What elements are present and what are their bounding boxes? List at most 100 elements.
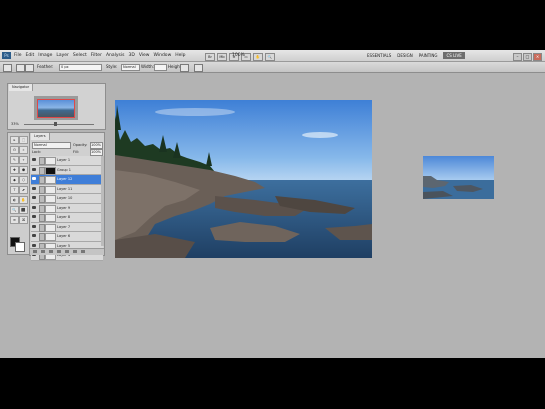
- adjustment-icon[interactable]: [57, 250, 61, 253]
- layer-thumbnail: [45, 214, 56, 222]
- tool-1-icon[interactable]: ⬚: [19, 136, 28, 144]
- appbar-tool-1-icon[interactable]: Mb: [217, 53, 227, 61]
- menu-item-select[interactable]: Select: [73, 53, 87, 58]
- tool-3-icon[interactable]: ⌗: [19, 146, 28, 154]
- visibility-eye-icon[interactable]: [32, 243, 36, 247]
- style-select[interactable]: Normal: [121, 64, 140, 71]
- tool-4-icon[interactable]: ✎: [10, 156, 19, 164]
- tool-17-icon[interactable]: ⌘: [19, 216, 28, 224]
- fx-icon[interactable]: [41, 250, 45, 253]
- layer-thumbnail: [45, 233, 56, 241]
- tool-8-icon[interactable]: ◆: [10, 176, 19, 184]
- visibility-eye-icon[interactable]: [32, 205, 36, 209]
- maximize-button[interactable]: □: [523, 53, 532, 61]
- menu-item-layer[interactable]: Layer: [56, 53, 69, 58]
- tool-12-icon[interactable]: ◐: [10, 196, 19, 204]
- tool-2-icon[interactable]: ʘ: [10, 146, 19, 154]
- document-canvas[interactable]: [115, 100, 372, 258]
- menu-item-help[interactable]: Help: [175, 53, 185, 58]
- workspace-cs-live[interactable]: CS LIVE: [443, 52, 465, 59]
- menu-item-3d[interactable]: 3D: [128, 53, 134, 58]
- opacity-field[interactable]: 100%: [90, 142, 103, 149]
- settings-icon[interactable]: [194, 64, 203, 72]
- tool-5-icon[interactable]: ⌖: [19, 156, 28, 164]
- layer-row[interactable]: Layer 8: [31, 213, 103, 223]
- layer-name: Layer 6: [57, 234, 71, 238]
- tab-layers[interactable]: Layers: [31, 133, 50, 140]
- refine-edge-button[interactable]: [180, 64, 189, 72]
- mask-icon[interactable]: [49, 250, 53, 253]
- visibility-eye-icon[interactable]: [32, 215, 36, 218]
- visibility-eye-icon[interactable]: [32, 196, 36, 199]
- navigator-thumbnail[interactable]: [34, 96, 78, 120]
- tab-navigator[interactable]: Navigator: [9, 84, 34, 91]
- trash-icon[interactable]: [81, 250, 85, 253]
- tool-9-icon[interactable]: ⬡: [19, 176, 28, 184]
- visibility-eye-icon[interactable]: [32, 167, 36, 171]
- workspace-painting[interactable]: PAINTING: [419, 53, 438, 58]
- appbar-tool-4-icon[interactable]: ✋: [253, 53, 263, 61]
- opacity-label: Opacity:: [73, 143, 88, 147]
- marquee-tool-icon[interactable]: [3, 64, 12, 72]
- menu-item-edit[interactable]: Edit: [26, 53, 35, 58]
- layer-row[interactable]: Layer 6: [31, 232, 103, 242]
- layers-panel: Layers Normal Opacity: 100% Lock: Fill: …: [29, 132, 105, 261]
- navigator-view-box[interactable]: [37, 99, 75, 118]
- add-selection-icon[interactable]: [25, 64, 34, 72]
- visibility-eye-icon[interactable]: [32, 224, 36, 228]
- tool-11-icon[interactable]: ⬈: [19, 186, 28, 194]
- appbar-tool-0-icon[interactable]: Br: [205, 53, 215, 61]
- layer-row[interactable]: Layer 1: [31, 156, 103, 166]
- appbar-tool-5-icon[interactable]: 🔍: [265, 53, 275, 61]
- menu-item-image[interactable]: Image: [38, 53, 52, 58]
- layer-row[interactable]: Layer 11: [31, 184, 103, 194]
- workspace-essentials[interactable]: ESSENTIALS: [367, 53, 391, 58]
- new-selection-icon[interactable]: [16, 64, 25, 72]
- workspace-switcher: ESSENTIALS DESIGN PAINTING CS LIVE: [367, 50, 471, 62]
- menu-item-window[interactable]: Window: [154, 53, 172, 58]
- tool-7-icon[interactable]: ⬣: [19, 166, 28, 174]
- folder-icon[interactable]: [65, 250, 69, 253]
- layer-thumbnail: [45, 195, 56, 203]
- feather-field[interactable]: 0 px: [59, 64, 102, 71]
- tool-13-icon[interactable]: ✋: [19, 196, 28, 204]
- visibility-eye-icon[interactable]: [32, 158, 36, 161]
- shoreline-photo: [115, 100, 372, 258]
- width-field[interactable]: [154, 64, 167, 71]
- visibility-eye-icon[interactable]: [32, 177, 36, 180]
- menu-item-file[interactable]: File: [14, 53, 22, 58]
- menu-item-filter[interactable]: Filter: [91, 53, 102, 58]
- workspace-design[interactable]: DESIGN: [397, 53, 412, 58]
- blend-mode-select[interactable]: Normal: [32, 142, 71, 149]
- tool-6-icon[interactable]: ✚: [10, 166, 19, 174]
- close-button[interactable]: ×: [533, 53, 542, 61]
- link-icon[interactable]: [33, 250, 37, 253]
- tool-15-icon[interactable]: ⬛: [19, 206, 28, 214]
- layer-row[interactable]: Group 1: [31, 165, 103, 175]
- tool-16-icon[interactable]: ≡: [10, 216, 19, 224]
- secondary-document-canvas[interactable]: [423, 156, 494, 199]
- background-color-swatch[interactable]: [15, 242, 25, 252]
- layer-row[interactable]: Layer 12: [31, 175, 103, 185]
- options-bar: Feather: 0 px Style: Normal Width: Heigh…: [0, 62, 545, 73]
- tool-14-icon[interactable]: 🔍: [10, 206, 19, 214]
- layer-row[interactable]: Layer 7: [31, 222, 103, 232]
- layer-thumbnail: [45, 166, 56, 175]
- navigator-zoom[interactable]: 33%: [11, 122, 19, 126]
- layer-row[interactable]: Layer 10: [31, 194, 103, 204]
- slider-handle[interactable]: [54, 122, 57, 126]
- layer-row[interactable]: Layer 9: [31, 203, 103, 213]
- visibility-eye-icon[interactable]: [32, 186, 36, 190]
- visibility-eye-icon[interactable]: [32, 234, 36, 237]
- fill-field[interactable]: 100%: [90, 149, 103, 156]
- tool-10-icon[interactable]: T: [10, 186, 19, 194]
- navigator-zoom-slider[interactable]: [24, 122, 94, 126]
- layers-scrollbar[interactable]: [101, 156, 104, 246]
- layer-name: Group 1: [57, 167, 71, 172]
- minimize-button[interactable]: –: [513, 53, 522, 61]
- menu-item-view[interactable]: View: [139, 53, 150, 58]
- new-layer-icon[interactable]: [73, 250, 77, 253]
- tool-0-icon[interactable]: ▸: [10, 136, 19, 144]
- menu-item-analysis[interactable]: Analysis: [106, 53, 125, 58]
- zoom-level[interactable]: 100%: [232, 50, 245, 61]
